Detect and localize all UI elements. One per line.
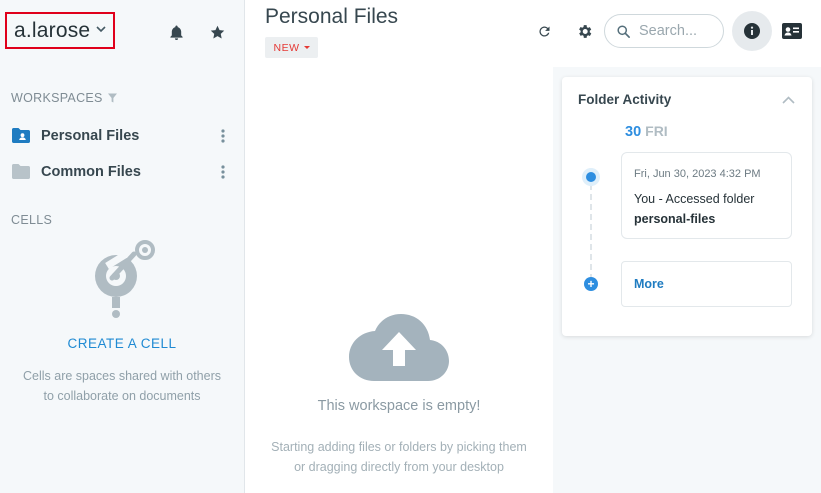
user-name: a.larose bbox=[14, 18, 91, 42]
info-button[interactable] bbox=[732, 11, 772, 51]
empty-help-line: or dragging directly from your desktop bbox=[294, 460, 504, 474]
user-menu-button[interactable]: a.larose bbox=[5, 12, 115, 49]
workspaces-section-title: WORKSPACES bbox=[11, 91, 117, 105]
event-time: Fri, Jun 30, 2023 4:32 PM bbox=[634, 168, 761, 180]
search-icon bbox=[616, 24, 631, 39]
sidebar-item-label: Common Files bbox=[41, 164, 141, 180]
contact-card-icon[interactable] bbox=[781, 20, 803, 42]
activity-date: 30 FRI bbox=[625, 123, 668, 140]
workspaces-title: WORKSPACES bbox=[11, 91, 103, 105]
more-vertical-icon[interactable] bbox=[217, 125, 229, 147]
folder-user-icon bbox=[12, 128, 30, 148]
activity-event: Fri, Jun 30, 2023 4:32 PM You - Accessed… bbox=[621, 152, 792, 239]
empty-state-title: This workspace is empty! bbox=[317, 398, 481, 414]
chevron-down-icon bbox=[96, 20, 106, 38]
search-box[interactable] bbox=[604, 14, 724, 48]
filter-icon[interactable] bbox=[107, 93, 117, 103]
cells-help-line: to collaborate on documents bbox=[43, 389, 201, 403]
event-action: You - Accessed folder bbox=[634, 192, 755, 206]
folder-activity-card: Folder Activity 30 FRI Fri, Jun 30, 2023… bbox=[562, 77, 812, 336]
new-button[interactable]: NEW bbox=[265, 37, 318, 58]
event-target: personal-files bbox=[634, 212, 716, 226]
page-title: Personal Files bbox=[265, 5, 399, 28]
event-description: You - Accessed folder personal-files bbox=[634, 189, 754, 229]
refresh-icon[interactable] bbox=[533, 20, 555, 42]
more-activity-button[interactable]: More bbox=[621, 261, 792, 307]
date-day: FRI bbox=[645, 123, 668, 139]
cells-help-line: Cells are spaces shared with others bbox=[22, 369, 221, 383]
create-cell-link[interactable]: CREATE A CELL bbox=[0, 336, 244, 351]
info-icon bbox=[744, 23, 760, 39]
timeline-dot-icon bbox=[582, 168, 600, 186]
cells-section-title: CELLS bbox=[11, 213, 53, 227]
cells-help-text: Cells are spaces shared with others to c… bbox=[0, 366, 244, 406]
timeline-line bbox=[590, 184, 592, 280]
cloud-upload-icon bbox=[348, 312, 450, 387]
bell-icon[interactable] bbox=[166, 22, 186, 42]
chevron-up-icon[interactable] bbox=[780, 93, 796, 107]
plus-circle-icon[interactable]: + bbox=[584, 277, 598, 291]
sidebar-item-label: Personal Files bbox=[41, 128, 140, 144]
new-button-label: NEW bbox=[273, 41, 300, 54]
cells-logo-icon bbox=[92, 240, 156, 325]
gear-icon[interactable] bbox=[573, 20, 595, 42]
sidebar-item-personal-files[interactable]: Personal Files bbox=[0, 120, 244, 152]
star-icon[interactable] bbox=[207, 22, 227, 42]
empty-state-help: Starting adding files or folders by pick… bbox=[245, 437, 553, 477]
sidebar-item-common-files[interactable]: Common Files bbox=[0, 156, 244, 188]
file-list-area[interactable]: This workspace is empty! Starting adding… bbox=[245, 67, 553, 493]
search-input[interactable] bbox=[639, 23, 715, 39]
activity-title: Folder Activity bbox=[578, 92, 672, 107]
folder-icon bbox=[12, 164, 30, 184]
sidebar: a.larose WORKSPACES Personal Files Commo… bbox=[0, 0, 245, 493]
date-number: 30 bbox=[625, 124, 642, 140]
empty-help-line: Starting adding files or folders by pick… bbox=[271, 440, 527, 454]
caret-down-icon bbox=[303, 46, 310, 49]
more-vertical-icon[interactable] bbox=[217, 161, 229, 183]
